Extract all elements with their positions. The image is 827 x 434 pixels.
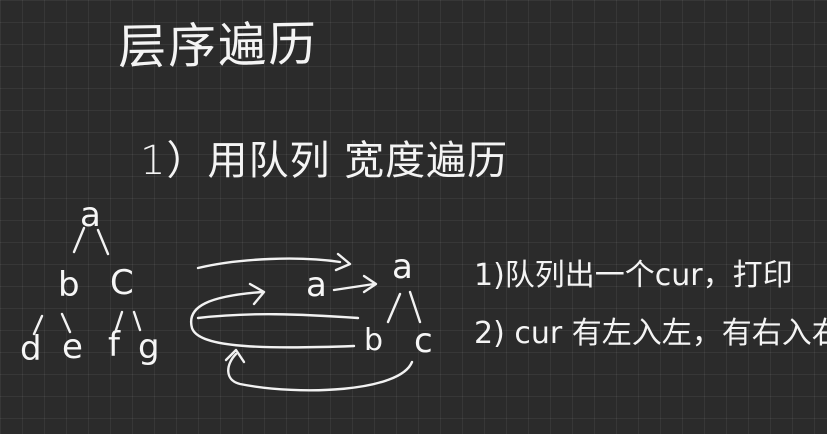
diagram-strokes	[32, 226, 422, 392]
queue-loop-arrow	[189, 290, 356, 349]
tree-edge-b-d	[32, 314, 44, 336]
queue-inner-arrow	[196, 313, 360, 320]
top-arrow-line	[196, 257, 342, 270]
tree-edge-c-g	[132, 310, 142, 332]
tree-edge-b-e	[60, 312, 72, 334]
example-edge-left	[386, 292, 402, 324]
tree-edge-c-f	[114, 310, 124, 332]
return-arrow	[227, 352, 414, 392]
whiteboard-canvas: 层序遍历 1）用队列 宽度遍历 a b C d e f g a a b c 1)…	[0, 0, 827, 434]
example-edge-right	[408, 290, 422, 324]
tree-edge-a-b	[72, 226, 86, 254]
tree-edge-a-c	[96, 228, 110, 256]
